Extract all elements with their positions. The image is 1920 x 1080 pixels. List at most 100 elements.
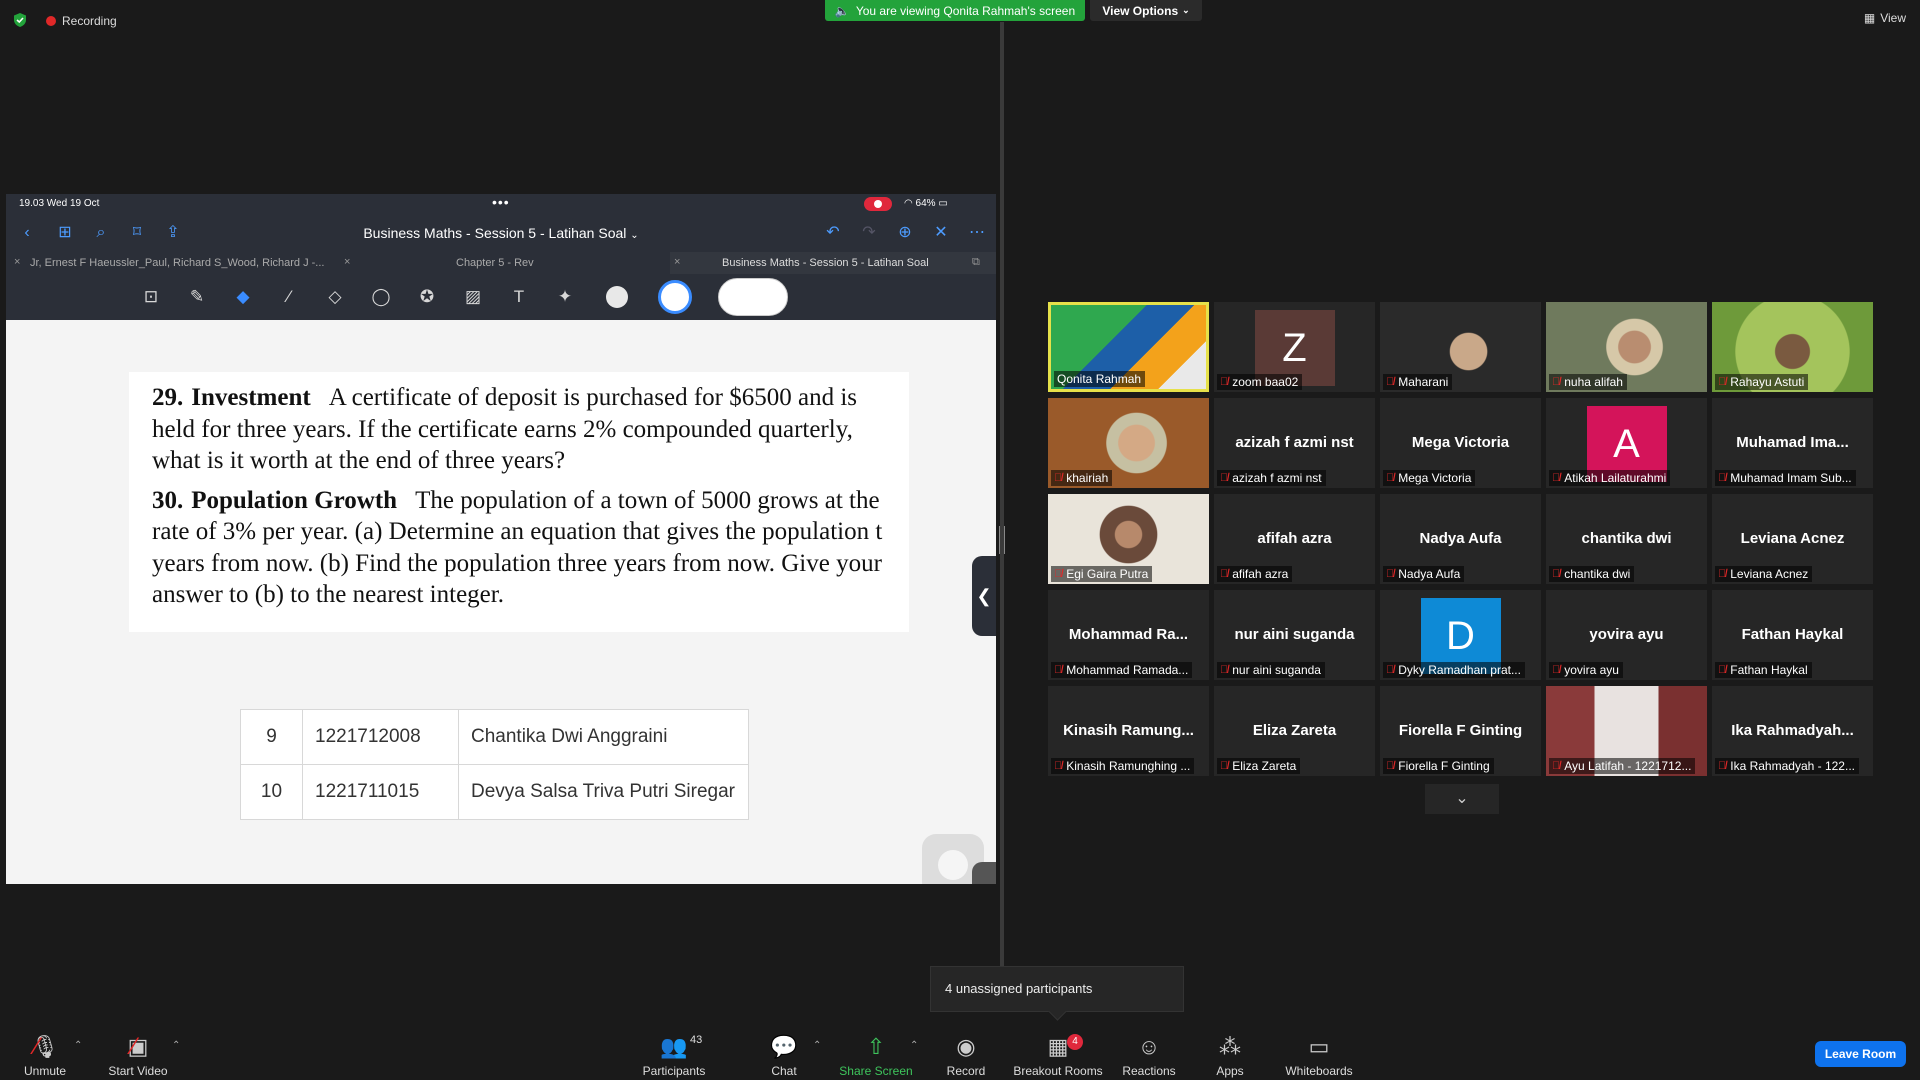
security-shield-icon[interactable] xyxy=(13,13,27,27)
stroke-width-swatch[interactable] xyxy=(718,278,788,316)
row-number: 10 xyxy=(240,764,303,820)
eraser-icon[interactable]: ◆ xyxy=(232,286,254,308)
close-edit-icon[interactable]: ✕ xyxy=(932,224,950,242)
highlighter-icon[interactable]: ⁄ xyxy=(278,286,300,308)
video-options-caret-icon[interactable]: ⌃ xyxy=(172,1040,180,1051)
participant-tile[interactable]: Z 🎙̸ zoom baa02 xyxy=(1214,302,1375,392)
participant-tile[interactable]: 🎙̸ Maharani xyxy=(1380,302,1541,392)
participant-name: Maharani xyxy=(1398,375,1449,389)
breakout-rooms-button[interactable]: ▦ 4 Breakout Rooms xyxy=(1008,1034,1108,1078)
document-page[interactable]: 29. Investment A certificate of deposit is… xyxy=(6,320,996,884)
close-tab-icon[interactable]: × xyxy=(344,256,350,268)
recording-label: Recording xyxy=(62,14,117,28)
microphone-muted-icon: 🎙̸ xyxy=(1386,760,1395,772)
participant-tile[interactable]: Fiorella F Ginting 🎙̸ Fiorella F Ginting xyxy=(1380,686,1541,776)
color-swatch-light[interactable] xyxy=(606,286,628,308)
view-options-button[interactable]: View Options ⌄ xyxy=(1090,0,1202,21)
participant-tile[interactable]: Ika Rahmadyah... 🎙̸ Ika Rahmadyah - 122... xyxy=(1712,686,1873,776)
laser-pointer-icon[interactable]: ✦ xyxy=(554,286,576,308)
recording-indicator[interactable]: Recording xyxy=(46,14,117,28)
color-swatch-selected[interactable] xyxy=(658,280,692,314)
more-icon[interactable]: ⋯ xyxy=(968,224,986,242)
participant-tile[interactable]: Nadya Aufa 🎙̸ Nadya Aufa xyxy=(1380,494,1541,584)
view-button[interactable]: ▦ View xyxy=(1864,11,1906,25)
participant-tile[interactable]: Muhamad Ima... 🎙̸ Muhamad Imam Sub... xyxy=(1712,398,1873,488)
annotation-toolbar: ⊡ ✎ ◆ ⁄ ◇ ◯ ✪ ▨ T ✦ xyxy=(6,274,996,320)
participant-tile[interactable]: Mohammad Ra... 🎙̸ Mohammad Ramada... xyxy=(1048,590,1209,680)
microphone-muted-icon: 🎙̸ xyxy=(1552,472,1561,484)
chat-options-caret-icon[interactable]: ⌃ xyxy=(813,1040,821,1051)
sticker-icon[interactable]: ✪ xyxy=(416,286,438,308)
gallery-next-page-button[interactable]: ⌄ xyxy=(1425,784,1499,814)
view-label: View xyxy=(1880,11,1906,25)
microphone-muted-icon: 🎙̸ xyxy=(1718,376,1727,388)
microphone-muted-icon: 🎙̸ xyxy=(1718,760,1727,772)
close-tab-icon[interactable]: × xyxy=(14,256,20,268)
chevron-down-icon: ⌄ xyxy=(1182,5,1190,15)
participant-name-label: 🎙̸ Dyky Ramadhan prat... xyxy=(1383,662,1525,678)
side-panel-tab-2[interactable]: ❮ xyxy=(972,862,996,884)
participants-button[interactable]: 👥 43 Participants xyxy=(624,1034,724,1078)
participant-name-label: 🎙̸ afifah azra xyxy=(1217,566,1293,582)
participant-name-label: 🎙̸ khairiah xyxy=(1051,470,1113,486)
record-label: Record xyxy=(946,1064,986,1078)
student-name: Devya Salsa Triva Putri Siregar xyxy=(458,764,749,820)
participant-tile[interactable]: Eliza Zareta 🎙̸ Eliza Zareta xyxy=(1214,686,1375,776)
side-panel-tab[interactable]: ❮ xyxy=(972,556,996,636)
record-button[interactable]: ◉ Record xyxy=(916,1034,1016,1078)
participant-name: chantika dwi xyxy=(1564,567,1631,581)
tab-overview-icon[interactable]: ⧉ xyxy=(972,256,980,269)
pen-icon[interactable]: ✎ xyxy=(186,286,208,308)
participant-tile[interactable]: Fathan Haykal 🎙̸ Fathan Haykal xyxy=(1712,590,1873,680)
microphone-muted-icon: 🎙̸ xyxy=(1220,568,1229,580)
undo-icon[interactable]: ↶ xyxy=(824,224,842,242)
participant-tile[interactable]: afifah azra 🎙̸ afifah azra xyxy=(1214,494,1375,584)
participant-tile[interactable]: 🎙̸ nuha alifah xyxy=(1546,302,1707,392)
microphone-muted-icon: 🎙̸ xyxy=(1718,664,1727,676)
participant-tile[interactable]: D 🎙̸ Dyky Ramadhan prat... xyxy=(1380,590,1541,680)
close-tab-icon[interactable]: × xyxy=(674,256,680,268)
tab-2[interactable]: Chapter 5 - Rev xyxy=(456,257,534,269)
ipad-app-header: 19.03 Wed 19 Oct ••• ◠ 64% ▭ ‹ ⊞ ⌕ ⌑ ⇪ B… xyxy=(6,194,996,320)
participant-tile[interactable]: nur aini suganda 🎙̸ nur aini suganda xyxy=(1214,590,1375,680)
viewing-banner-text: You are viewing Qonita Rahmah's screen xyxy=(855,3,1076,18)
audio-options-caret-icon[interactable]: ⌃ xyxy=(74,1040,82,1051)
participant-name-label: 🎙̸ Fiorella F Ginting xyxy=(1383,758,1494,774)
student-id: 1221712008 xyxy=(302,709,459,765)
participant-tile[interactable]: azizah f azmi nst 🎙̸ azizah f azmi nst xyxy=(1214,398,1375,488)
screen-record-icon xyxy=(864,197,892,211)
scan-text-icon[interactable]: ⊡ xyxy=(140,286,162,308)
document-title[interactable]: Business Maths - Session 5 - Latihan Soa… xyxy=(6,225,996,241)
divider-drag-handle[interactable] xyxy=(999,526,1005,554)
participant-name: yovira ayu xyxy=(1564,663,1619,677)
add-page-icon[interactable]: ⊕ xyxy=(896,224,914,242)
tab-1[interactable]: Jr, Ernest F Haeussler_Paul, Richard S_W… xyxy=(30,257,330,269)
split-divider[interactable] xyxy=(1000,22,1004,998)
participant-tile[interactable]: Leviana Acnez 🎙̸ Leviana Acnez xyxy=(1712,494,1873,584)
shapes-icon[interactable]: ◇ xyxy=(324,286,346,308)
problem-title: Investment xyxy=(191,384,311,411)
participant-tile[interactable]: yovira ayu 🎙̸ yovira ayu xyxy=(1546,590,1707,680)
tab-3-active[interactable]: Business Maths - Session 5 - Latihan Soa… xyxy=(722,257,929,269)
participant-name: nuha alifah xyxy=(1564,375,1623,389)
participant-tile[interactable]: A 🎙̸ Atikah Lailaturahmi xyxy=(1546,398,1707,488)
participant-tile[interactable]: 🎙̸ Rahayu Astuti xyxy=(1712,302,1873,392)
text-tool-icon[interactable]: T xyxy=(508,286,530,308)
leave-room-button[interactable]: Leave Room xyxy=(1815,1041,1906,1067)
participant-tile[interactable]: 🎙̸ khairiah xyxy=(1048,398,1209,488)
participant-tile[interactable]: Qonita Rahmah xyxy=(1048,302,1209,392)
student-name: Chantika Dwi Anggraini xyxy=(458,709,749,765)
participant-tile[interactable]: Kinasih Ramung... 🎙̸ Kinasih Ramunghing ..… xyxy=(1048,686,1209,776)
participant-tile[interactable]: chantika dwi 🎙̸ chantika dwi xyxy=(1546,494,1707,584)
participant-tile[interactable]: 🎙̸ Ayu Latifah - 1221712... xyxy=(1546,686,1707,776)
breakout-rooms-icon: ▦ xyxy=(1047,1034,1069,1059)
participant-name-label: 🎙̸ chantika dwi xyxy=(1549,566,1635,582)
apps-button[interactable]: ⁂ Apps xyxy=(1180,1034,1280,1078)
redo-icon[interactable]: ↷ xyxy=(860,224,878,242)
participant-tile[interactable]: Mega Victoria 🎙̸ Mega Victoria xyxy=(1380,398,1541,488)
participant-tile[interactable]: 🎙̸ Egi Gaira Putra xyxy=(1048,494,1209,584)
participant-name-label: 🎙̸ Kinasih Ramunghing ... xyxy=(1051,758,1195,774)
image-icon[interactable]: ▨ xyxy=(462,286,484,308)
whiteboards-button[interactable]: ▭ Whiteboards xyxy=(1269,1034,1369,1078)
lasso-icon[interactable]: ◯ xyxy=(370,286,392,308)
